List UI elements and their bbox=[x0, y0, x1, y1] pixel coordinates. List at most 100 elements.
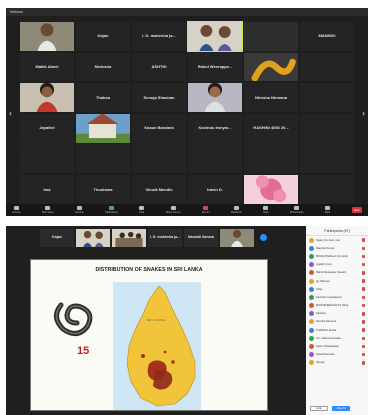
screenshot-collage: Webinar ‹ › Kajan I. D. mahesha ja... MANN… bbox=[0, 0, 368, 415]
strip-video-tile[interactable] bbox=[220, 229, 254, 247]
participant-tile[interactable] bbox=[244, 22, 298, 51]
participant-tile[interactable]: Vinudi Mendis bbox=[132, 175, 186, 204]
participant-tile[interactable] bbox=[20, 22, 74, 51]
participant-tile[interactable]: Nivinsha bbox=[76, 52, 130, 82]
strip-video-tile[interactable]: Nanaidi Sanara bbox=[184, 229, 218, 247]
invite-button[interactable]: Invite bbox=[310, 406, 328, 411]
participant-tile[interactable] bbox=[244, 175, 298, 204]
participant-tile[interactable]: Kajan bbox=[76, 22, 130, 51]
participant-tile[interactable]: Iravin D. bbox=[188, 175, 242, 204]
snake-photo-icon bbox=[54, 302, 93, 336]
strip-video-tile[interactable] bbox=[112, 229, 146, 247]
participant-tile[interactable]: Mallik Abeel bbox=[20, 52, 74, 82]
participant-tile[interactable]: ASHTHI bbox=[132, 52, 186, 82]
next-page-arrow-icon[interactable]: › bbox=[362, 108, 365, 118]
participant-row[interactable]: Kavindu Imeyarapura bbox=[306, 293, 368, 301]
participant-tile[interactable]: Thushana bbox=[76, 175, 130, 204]
avatar bbox=[309, 270, 314, 276]
participant-row-name: Asha bbox=[316, 287, 323, 291]
participant-tile[interactable] bbox=[300, 83, 354, 112]
strip-video-tile[interactable]: I. D. mahesha ja... bbox=[148, 229, 182, 247]
participant-row[interactable]: Sanduni bbox=[306, 310, 368, 318]
end-meeting-button[interactable]: End bbox=[351, 207, 362, 213]
avatar bbox=[309, 294, 314, 300]
participant-row[interactable]: Kusal Pemsara bbox=[306, 351, 368, 359]
participant-tile[interactable] bbox=[188, 144, 242, 174]
avatar bbox=[309, 286, 314, 292]
participant-tile[interactable]: Thabsa bbox=[76, 83, 130, 112]
participant-tile[interactable]: Kasun Bandara bbox=[132, 113, 186, 143]
participant-tile[interactable] bbox=[20, 144, 74, 174]
participant-tile[interactable] bbox=[188, 83, 242, 112]
participant-tile[interactable]: Nirosha Nirmana bbox=[244, 83, 298, 112]
muted-mic-icon bbox=[362, 303, 365, 308]
participant-row[interactable]: THAMASI Sinula bbox=[306, 326, 368, 334]
participant-row[interactable]: Rahul Weerappe (Guest) bbox=[306, 269, 368, 277]
view-options-icon[interactable] bbox=[260, 234, 267, 241]
toolbar-label: More bbox=[324, 211, 331, 214]
participant-tile[interactable] bbox=[132, 144, 186, 174]
participants-header: Participants (57) bbox=[306, 226, 368, 236]
participant-tile[interactable] bbox=[300, 175, 354, 204]
participant-tile[interactable]: Ima bbox=[20, 175, 74, 204]
muted-mic-icon bbox=[362, 262, 365, 267]
muted-mic-icon bbox=[362, 295, 365, 300]
participant-row[interactable]: jay Wisman bbox=[306, 277, 368, 285]
toolbar-button[interactable]: Participants bbox=[105, 206, 118, 214]
participant-row-name: Kusal Pemsara bbox=[316, 353, 335, 357]
participant-row[interactable]: MOHM Shahnaz (Co-host) bbox=[306, 252, 368, 260]
participant-name: Thabsa bbox=[95, 94, 110, 100]
toolbar-button[interactable]: Apps bbox=[263, 206, 269, 214]
toolbar-button[interactable]: Reactions bbox=[231, 206, 242, 214]
participant-tile[interactable] bbox=[244, 144, 298, 174]
participant-tile[interactable]: MANNIKI bbox=[300, 22, 354, 51]
participant-row[interactable]: Ravindu Kumar bbox=[306, 244, 368, 252]
participant-row[interactable]: Asha bbox=[306, 285, 368, 293]
video-strip: Kajan I. D. mahesha ja... Nanaidi Sanara bbox=[40, 229, 267, 247]
toolbar-button[interactable]: Chat bbox=[139, 206, 144, 214]
participant-tile[interactable] bbox=[76, 144, 130, 174]
strip-video-tile[interactable] bbox=[76, 229, 110, 247]
toolbar-label: Reactions bbox=[231, 211, 242, 214]
participant-tile[interactable] bbox=[187, 21, 243, 52]
mute-all-button[interactable]: Mute All bbox=[332, 406, 350, 411]
participant-name: Nirosha Nirmana bbox=[254, 94, 287, 100]
participant-name: Vinudi Mendis bbox=[145, 186, 173, 192]
participant-tile[interactable]: Rahul Weerappe... bbox=[188, 52, 242, 82]
participant-row[interactable]: I.D. mahesha janaka bbox=[306, 334, 368, 342]
toolbar-button[interactable]: Start Video bbox=[42, 206, 54, 214]
toolbar-button[interactable]: More bbox=[325, 206, 330, 214]
avatar bbox=[309, 237, 314, 243]
participant-row[interactable]: MANAPHERUMA PY Wiraj bbox=[306, 302, 368, 310]
participant-row[interactable]: Kajan (Co-host, me) bbox=[306, 236, 368, 244]
toolbar-button[interactable]: Whiteboards bbox=[290, 206, 303, 214]
strip-video-tile[interactable]: Kajan bbox=[40, 229, 74, 247]
participant-row[interactable]: Jayathri (me) bbox=[306, 261, 368, 269]
participant-row[interactable]: Senuja bbox=[306, 359, 368, 367]
participant-name: I. D. mahesha ja... bbox=[142, 33, 176, 39]
participant-tile[interactable]: I. D. mahesha ja... bbox=[132, 22, 186, 51]
participant-tile[interactable] bbox=[20, 83, 74, 112]
participant-row[interactable]: Kasun Shangaliyan bbox=[306, 342, 368, 350]
participant-tile[interactable] bbox=[76, 113, 130, 143]
toolbar-button[interactable]: Share Screen bbox=[165, 206, 181, 214]
participant-tile[interactable]: HASHINI 4053 20... bbox=[244, 113, 298, 143]
toolbar-icon bbox=[325, 206, 331, 210]
toolbar-button[interactable]: Record bbox=[202, 206, 210, 214]
participant-name: MANNIKI bbox=[318, 33, 336, 39]
participant-tile[interactable] bbox=[300, 144, 354, 174]
strip-participant-name: Nanaidi Sanara bbox=[188, 235, 214, 239]
avatar bbox=[309, 303, 314, 309]
prev-page-arrow-icon[interactable]: ‹ bbox=[9, 108, 12, 118]
muted-mic-icon bbox=[362, 246, 365, 251]
participant-tile[interactable]: Senuja Shashan bbox=[132, 83, 186, 112]
toolbar-button[interactable]: Unmute bbox=[12, 206, 20, 214]
participant-tile[interactable] bbox=[300, 113, 354, 143]
participant-tile[interactable]: Kavindu Imeyar... bbox=[188, 113, 242, 143]
participant-row[interactable]: Nirosha Nirmana bbox=[306, 318, 368, 326]
toolbar-label: Share Screen bbox=[165, 211, 181, 214]
participant-tile[interactable]: Jayathri bbox=[20, 113, 74, 143]
participant-tile[interactable] bbox=[244, 52, 298, 82]
participant-tile[interactable] bbox=[300, 52, 354, 82]
toolbar-button[interactable]: Security bbox=[75, 206, 84, 214]
